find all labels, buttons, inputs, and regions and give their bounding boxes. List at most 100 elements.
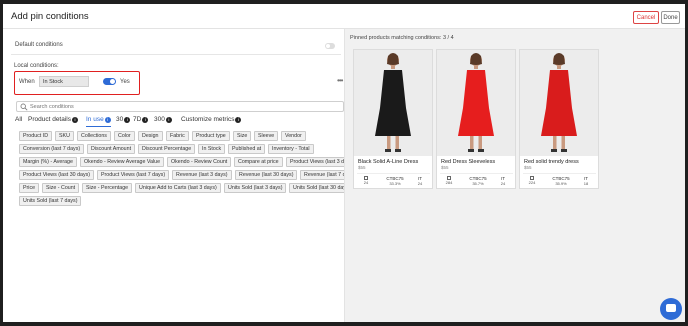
it-value: 24	[417, 181, 423, 186]
condition-select[interactable]: In Stock	[39, 76, 89, 87]
condition-chip[interactable]: Fabric	[166, 131, 189, 141]
condition-chip[interactable]: SKU	[55, 131, 74, 141]
condition-chip[interactable]: Product Views (last 7 days)	[97, 170, 170, 180]
modal-title: Add pin conditions	[11, 11, 89, 22]
condition-chip[interactable]: Margin (%) - Average	[19, 157, 77, 167]
local-conditions-label: Local conditions:	[14, 63, 59, 69]
condition-tabs: All Product details i In use i 30 i 7D i 300 i Cust…	[15, 115, 345, 127]
search-conditions-field[interactable]	[16, 101, 344, 112]
default-conditions-label: Default conditions	[15, 42, 63, 48]
tab-in-use[interactable]: In use i	[86, 116, 111, 127]
condition-chip[interactable]: Conversion (last 7 days)	[19, 144, 85, 154]
ctr-stat: CTBC75 33.3%	[382, 176, 408, 186]
tab-label: Customize metrics	[181, 116, 235, 123]
condition-chip[interactable]: Product ID	[19, 131, 53, 141]
it-stat: IT 24	[494, 176, 512, 186]
condition-chip[interactable]: Color	[114, 131, 135, 141]
condition-value-toggle[interactable]	[103, 78, 116, 85]
condition-chip[interactable]: Discount Percentage	[138, 144, 196, 154]
condition-chip[interactable]: Discount Amount	[87, 144, 136, 154]
product-image-graphic	[437, 50, 515, 156]
product-name: Red Dress Sleeveless	[441, 159, 496, 165]
info-icon: i	[124, 117, 131, 123]
it-value: 24	[500, 181, 506, 186]
stock-stat: 224	[525, 176, 539, 185]
tab-30[interactable]: 30 i	[116, 116, 131, 127]
ctr-value: 35.9%	[555, 181, 567, 186]
default-conditions-toggle[interactable]	[325, 43, 335, 49]
condition-chip[interactable]: Compare at price	[234, 157, 283, 167]
chat-icon[interactable]	[660, 298, 682, 320]
condition-chip[interactable]: Product type	[192, 131, 230, 141]
ctr-stat: CTBC75 35.9%	[548, 176, 574, 186]
done-button[interactable]: Done	[661, 11, 680, 24]
condition-chip[interactable]: Revenue (last 30 days)	[235, 170, 298, 180]
tab-label: 300	[154, 116, 165, 123]
condition-chip[interactable]: In Stock	[198, 144, 226, 154]
condition-chip[interactable]: Size - Percentage	[82, 183, 133, 193]
condition-chip[interactable]: Design	[138, 131, 163, 141]
when-label: When	[19, 79, 35, 85]
tab-customize-metrics[interactable]: Customize metrics i	[181, 116, 242, 127]
info-icon: i	[235, 117, 242, 123]
stock-stat: 284	[442, 176, 456, 185]
tab-product-details[interactable]: Product details i	[28, 116, 78, 127]
product-name: Red solid trendy dress	[524, 159, 579, 165]
product-image-graphic	[520, 50, 598, 156]
condition-chip[interactable]: Unique Add to Carts (last 3 days)	[135, 183, 221, 193]
condition-chip[interactable]: Revenue (last 3 days)	[172, 170, 232, 180]
tab-300[interactable]: 300 i	[154, 116, 172, 127]
search-conditions-input[interactable]	[30, 103, 330, 111]
tab-label: 30	[116, 116, 124, 123]
tab-label: In use	[86, 116, 104, 123]
condition-chip[interactable]: Inventory - Total	[268, 144, 314, 154]
condition-chip[interactable]: Price	[19, 183, 40, 193]
stock-stat: 24	[359, 176, 373, 185]
more-options-icon[interactable]: •••	[337, 76, 343, 85]
modal-header: Add pin conditions Cancel Done	[3, 4, 685, 29]
cancel-button[interactable]: Cancel	[633, 11, 659, 24]
condition-chip[interactable]: Size	[233, 131, 252, 141]
ctr-value: 35.7%	[472, 181, 484, 186]
condition-chip[interactable]: Units Sold (last 3 days)	[224, 183, 287, 193]
yes-label: Yes	[120, 79, 130, 85]
condition-chip[interactable]: Size - Count	[42, 183, 80, 193]
tab-all[interactable]: All	[15, 116, 22, 127]
stock-count: 24	[363, 180, 369, 185]
product-card[interactable]: Red Dress Sleeveless $55 284 CTBC75 35.7…	[436, 49, 516, 189]
tab-label: All	[15, 116, 23, 123]
condition-chip[interactable]: Product Views (last 30 days)	[19, 170, 95, 180]
it-stat: IT 18	[577, 176, 595, 186]
ctr-stat: CTBC75 35.7%	[465, 176, 491, 186]
stock-count: 224	[528, 180, 536, 185]
product-image	[437, 50, 515, 156]
search-icon	[20, 103, 28, 111]
tab-label: Product details	[28, 116, 71, 123]
product-price: $55	[441, 165, 449, 170]
info-icon: i	[142, 117, 149, 123]
condition-chip[interactable]: Published at	[228, 144, 266, 154]
product-image	[520, 50, 598, 156]
condition-chip[interactable]: Sleeve	[254, 131, 279, 141]
condition-chip[interactable]: Vendor	[281, 131, 306, 141]
info-icon: i	[165, 117, 172, 123]
tab-7d[interactable]: 7D i	[133, 116, 149, 127]
divider	[11, 54, 341, 55]
info-icon: i	[104, 117, 111, 123]
tab-label: 7D	[133, 116, 142, 123]
product-price: $55	[358, 165, 366, 170]
it-stat: IT 24	[411, 176, 429, 186]
product-card[interactable]: Black Solid A-Line Dress $55 24 CTBC75 3…	[353, 49, 433, 189]
condition-chip[interactable]: Units Sold (last 7 days)	[19, 196, 82, 206]
product-stats: 24 CTBC75 33.3% IT 24	[357, 173, 430, 187]
add-pin-conditions-modal: Add pin conditions Cancel Done Default c…	[3, 4, 685, 322]
it-value: 18	[583, 181, 589, 186]
product-name: Black Solid A-Line Dress	[358, 159, 419, 165]
product-card[interactable]: Red solid trendy dress $55 224 CTBC75 35…	[519, 49, 599, 189]
condition-chip[interactable]: Collections	[77, 131, 111, 141]
stock-count: 284	[445, 180, 453, 185]
default-conditions-row: Default conditions	[11, 38, 341, 52]
condition-chip[interactable]: Okendo - Review Count	[167, 157, 232, 167]
condition-chip[interactable]: Okendo - Review Average Value	[80, 157, 165, 167]
info-icon: i	[72, 117, 78, 123]
